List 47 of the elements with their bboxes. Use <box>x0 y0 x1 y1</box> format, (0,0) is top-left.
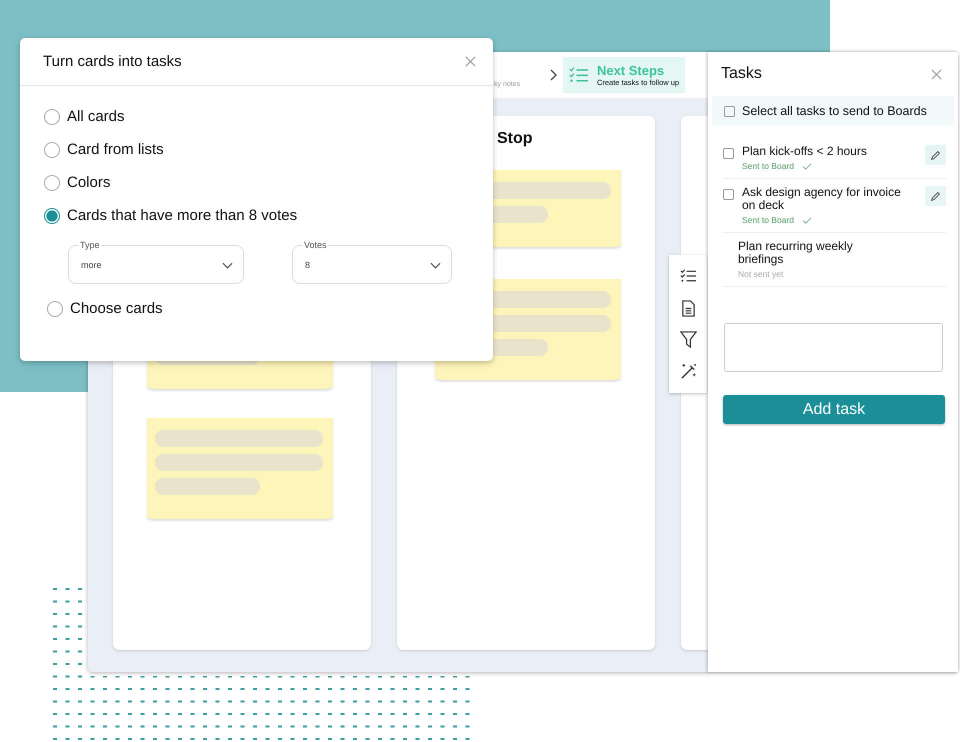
check-icon <box>802 216 812 224</box>
caret-icon <box>222 262 233 268</box>
caret-icon <box>430 262 441 268</box>
magic-wand-icon[interactable] <box>680 362 696 380</box>
task-status: Sent to Board <box>742 215 794 225</box>
document-icon[interactable] <box>680 300 696 317</box>
add-task-button[interactable]: Add task <box>723 395 945 424</box>
option-label[interactable]: Choose cards <box>70 300 163 317</box>
checklist-icon <box>569 65 589 85</box>
edit-button[interactable] <box>925 186 946 206</box>
radio-button[interactable] <box>44 108 60 124</box>
close-icon[interactable] <box>931 68 942 80</box>
radio-button[interactable] <box>44 174 60 190</box>
field-value: 8 <box>305 260 310 270</box>
task-title: Plan kick-offs < 2 hours <box>742 145 868 158</box>
option-label[interactable]: Card from lists <box>67 141 164 158</box>
step-title: Next Steps <box>596 63 666 78</box>
close-icon[interactable] <box>465 56 476 67</box>
select-all-label[interactable]: Select all tasks to send to Boards <box>742 104 927 118</box>
task-title: Plan recurring weekly briefings <box>738 240 854 266</box>
check-icon <box>802 162 812 170</box>
radio-button[interactable] <box>44 208 60 224</box>
task-status: Not sent yet <box>738 269 784 279</box>
task-title: Ask design agency for invoice on deck <box>742 186 902 212</box>
option-label[interactable]: All cards <box>67 108 125 125</box>
dialog-title: Turn cards into tasks <box>43 53 182 70</box>
option-label[interactable]: Cards that have more than 8 votes <box>67 207 298 224</box>
radio-button[interactable] <box>44 142 60 158</box>
pencil-icon <box>930 190 941 202</box>
panel-title: Tasks <box>721 65 762 83</box>
checkbox[interactable] <box>724 106 735 116</box>
field-label: Votes <box>303 240 328 250</box>
task-input-field[interactable] <box>724 323 943 372</box>
field-value: more <box>81 260 102 270</box>
dropdown-field[interactable]: Type more <box>68 240 244 284</box>
task-status: Sent to Board <box>742 161 794 171</box>
column-title: Stop <box>497 130 534 149</box>
checkbox[interactable] <box>723 189 734 200</box>
checkbox[interactable] <box>723 148 734 159</box>
edit-button[interactable] <box>925 145 946 165</box>
dropdown-field[interactable]: Votes 8 <box>292 240 452 284</box>
field-label: Type <box>79 240 101 250</box>
option-label[interactable]: Colors <box>67 174 110 191</box>
radio-button[interactable] <box>47 300 63 316</box>
filter-icon[interactable] <box>680 331 696 348</box>
pencil-icon <box>930 150 941 160</box>
chevron-right-icon <box>550 69 558 81</box>
